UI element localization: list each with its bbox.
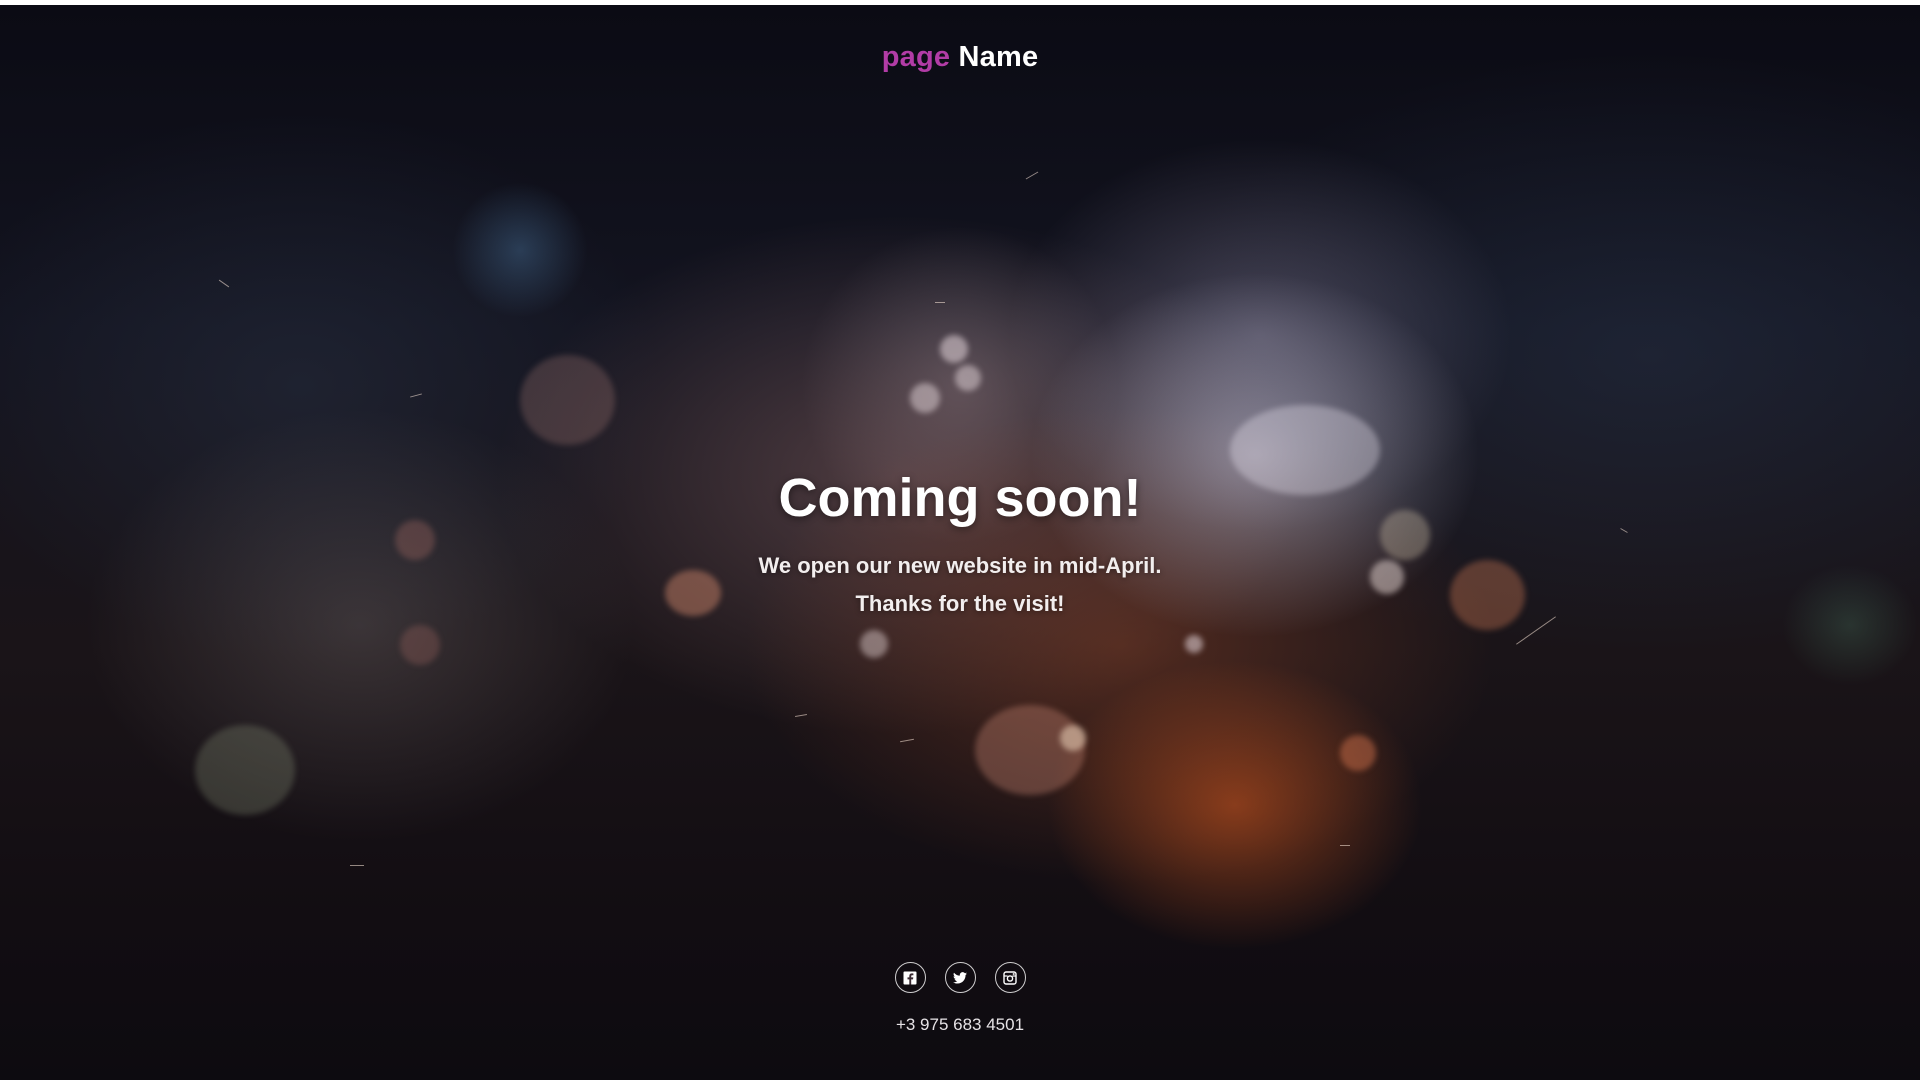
hero-message: We open our new website in mid-April. Th… xyxy=(0,547,1920,623)
spark xyxy=(1340,845,1350,846)
bokeh-dot xyxy=(1060,725,1086,751)
bokeh-dot xyxy=(1185,635,1203,653)
facebook-icon xyxy=(903,971,917,984)
instagram-icon xyxy=(1003,970,1017,985)
bokeh-dot xyxy=(520,355,615,445)
bokeh-dot xyxy=(910,383,940,413)
bokeh-dot xyxy=(955,365,981,391)
page-title: Coming soon! xyxy=(778,468,1142,528)
logo-part-name: Name xyxy=(958,41,1039,73)
bokeh-dot xyxy=(860,630,888,658)
site-logo[interactable]: page Name xyxy=(0,41,1920,74)
bokeh-dot xyxy=(195,725,295,815)
twitter-icon xyxy=(953,971,967,984)
bokeh-dot xyxy=(940,335,968,363)
facebook-link[interactable] xyxy=(894,962,926,993)
logo-part-page: page xyxy=(881,41,951,73)
hero-message-line-1: We open our new website in mid-April. xyxy=(758,553,1162,578)
phone-number[interactable]: +3 975 683 4501 xyxy=(0,1015,1920,1035)
instagram-link[interactable] xyxy=(994,962,1026,993)
spark xyxy=(935,302,945,303)
hero-section: Coming soon! We open our new website in … xyxy=(0,467,1920,623)
spark xyxy=(350,865,364,866)
page-background: page Name Coming soon! We open our new w… xyxy=(0,5,1920,1080)
social-links xyxy=(0,962,1920,993)
bokeh-dot xyxy=(1340,735,1376,771)
bokeh-dot xyxy=(400,625,440,665)
hero-message-line-2: Thanks for the visit! xyxy=(855,591,1065,616)
twitter-link[interactable] xyxy=(944,962,976,993)
